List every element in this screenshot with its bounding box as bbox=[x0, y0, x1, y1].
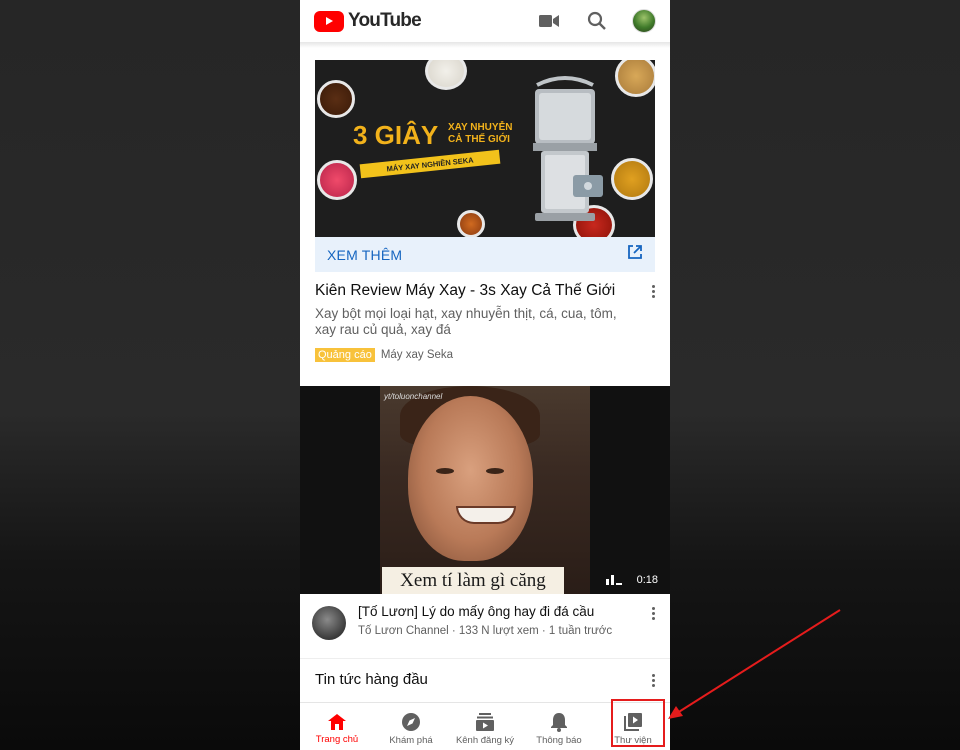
video-caption: Xem tí làm gì căng bbox=[400, 569, 546, 591]
video-title[interactable]: [Tố Lươn] Lý do mấy ông hay đi đá cầu bbox=[358, 604, 634, 619]
see-more-button[interactable]: XEM THÊM bbox=[315, 237, 655, 272]
nav-library-label: Thư viện bbox=[614, 734, 652, 746]
video-frame bbox=[380, 386, 590, 594]
ad-badge: Quảng cáo bbox=[315, 348, 375, 362]
logo-text: YouTube bbox=[348, 10, 422, 31]
nav-explore-label: Khám phá bbox=[389, 734, 433, 746]
nav-library[interactable]: Thư viện bbox=[597, 708, 669, 746]
compass-icon bbox=[402, 712, 420, 731]
berries-bowl bbox=[317, 160, 357, 200]
grain-bowl bbox=[615, 60, 655, 97]
video-more-options-icon[interactable] bbox=[646, 604, 660, 640]
home-icon bbox=[328, 713, 346, 730]
left-eye bbox=[436, 468, 454, 474]
youtube-logo[interactable]: YouTube bbox=[314, 10, 422, 32]
phone-screen: YouTube 3 GIÂY XAY NHUYỄN CẢ THẾ GIỚI MÁ… bbox=[300, 0, 670, 750]
nav-subscriptions-label: Kênh đăng ký bbox=[455, 734, 515, 746]
news-more-options-icon[interactable] bbox=[646, 671, 660, 688]
ad-advertiser: Máy xay Seka bbox=[380, 349, 454, 361]
nav-notifications[interactable]: Thông báo bbox=[523, 708, 595, 746]
nav-subscriptions[interactable]: Kênh đăng ký bbox=[449, 708, 521, 746]
video-caption-box: Xem tí làm gì căng bbox=[382, 567, 564, 594]
account-avatar[interactable] bbox=[632, 9, 656, 33]
ad-more-options-icon[interactable] bbox=[646, 282, 660, 300]
ad-title[interactable]: Kiên Review Máy Xay - 3s Xay Cả Thế Giới bbox=[315, 282, 615, 300]
signal-bars-icon bbox=[606, 575, 622, 585]
subscriptions-icon bbox=[476, 712, 494, 731]
bell-icon bbox=[551, 712, 567, 732]
channel-avatar[interactable] bbox=[312, 606, 346, 640]
pointer-arrow bbox=[668, 609, 841, 719]
video-watermark: yt/toluonchannel bbox=[384, 392, 443, 401]
camera-icon[interactable] bbox=[536, 8, 562, 34]
app-header: YouTube bbox=[300, 0, 670, 42]
see-more-label: XEM THÊM bbox=[327, 246, 403, 263]
youtube-play-icon bbox=[314, 10, 344, 32]
nav-home-label: Trang chủ bbox=[315, 733, 359, 745]
search-icon[interactable] bbox=[584, 8, 610, 34]
pepper-bowl bbox=[457, 210, 485, 237]
nav-home[interactable]: Trang chủ bbox=[301, 709, 373, 745]
nav-explore[interactable]: Khám phá bbox=[375, 708, 447, 746]
header-divider bbox=[300, 42, 670, 48]
bottom-navigation: Trang chủ Khám phá Kênh đăng ký Thông bá… bbox=[300, 702, 670, 750]
face-shape bbox=[408, 396, 533, 561]
ad-headline: 3 GIÂY bbox=[353, 120, 439, 150]
ad-strip-text: MÁY XAY NGHIỀN SEKA bbox=[359, 149, 501, 179]
flour-bowl bbox=[425, 60, 467, 90]
grinder-machine-image bbox=[533, 76, 603, 221]
coffee-bowl bbox=[317, 80, 355, 118]
library-icon bbox=[624, 712, 642, 731]
nav-notifications-label: Thông báo bbox=[536, 734, 582, 746]
video-backdrop-left bbox=[0, 0, 300, 750]
video-duration: 0:18 bbox=[636, 574, 658, 586]
news-section-title: Tin tức hàng đầu bbox=[315, 671, 428, 688]
spice-bowl bbox=[611, 158, 653, 200]
ad-subheadline: XAY NHUYỄN CẢ THẾ GIỚI bbox=[448, 122, 513, 145]
ad-description: Xay bột mọi loại hạt, xay nhuyễn thịt, c… bbox=[315, 306, 617, 337]
smile-shape bbox=[456, 506, 516, 524]
ad-banner-image[interactable]: 3 GIÂY XAY NHUYỄN CẢ THẾ GIỚI MÁY XAY NG… bbox=[315, 60, 655, 237]
right-eye bbox=[486, 468, 504, 474]
video-meta: Tố Lươn Channel · 133 N lượt xem · 1 tuầ… bbox=[358, 625, 613, 637]
external-link-icon bbox=[627, 244, 643, 265]
video-thumbnail[interactable]: yt/toluonchannel Xem tí làm gì căng 0:18 bbox=[300, 386, 670, 594]
